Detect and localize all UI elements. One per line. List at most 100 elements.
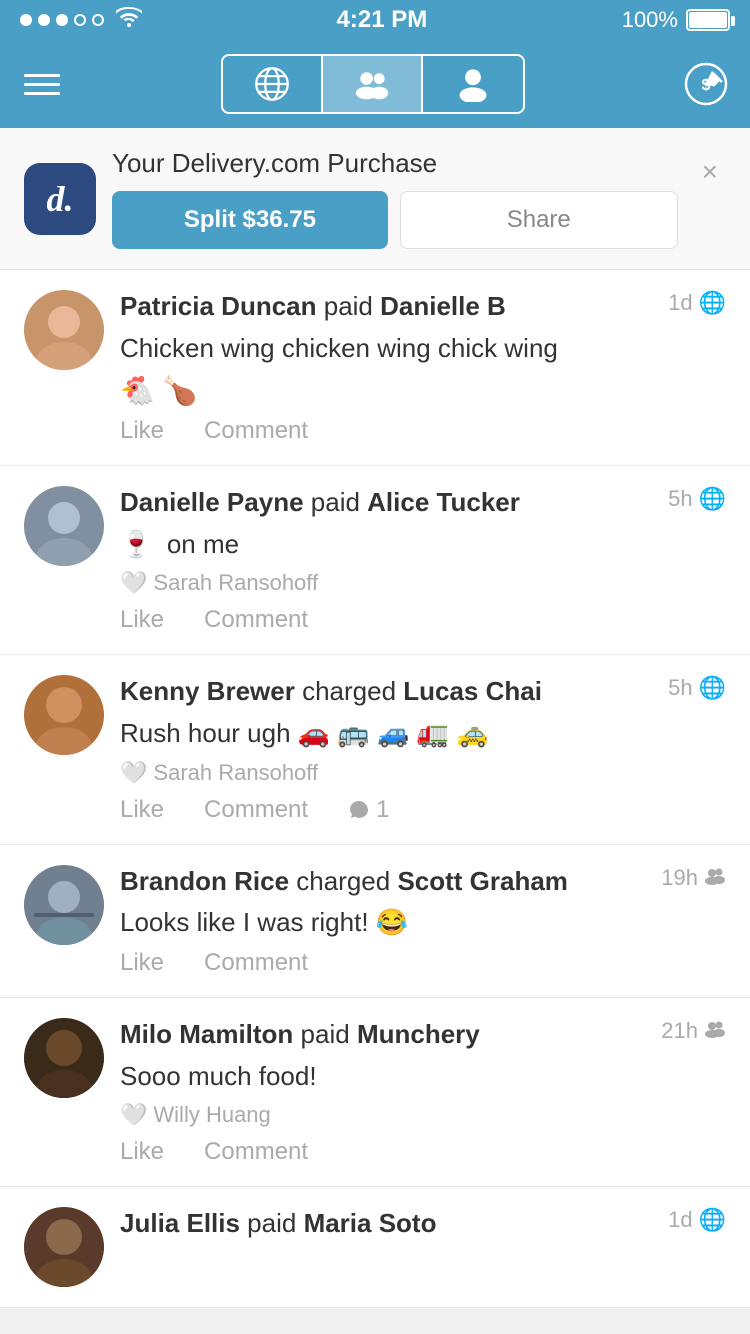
feed-item: Danielle Payne paid Alice Tucker 5h 🌐 🍷 … (0, 466, 750, 655)
feed-header: Danielle Payne paid Alice Tucker 5h 🌐 (120, 486, 726, 520)
nav-bar: $ (0, 40, 750, 128)
promo-content: Your Delivery.com Purchase Split $36.75 … (112, 148, 678, 249)
feed: Patricia Duncan paid Danielle B 1d 🌐 Chi… (0, 270, 750, 1308)
feed-item: Kenny Brewer charged Lucas Chai 5h 🌐 Rus… (0, 655, 750, 844)
feed-recipient: Lucas Chai (403, 676, 542, 706)
feed-title: Julia Ellis paid Maria Soto (120, 1207, 660, 1241)
battery-percent: 100% (622, 7, 678, 33)
feed-like-row: 🤍 Sarah Ransohoff (120, 570, 726, 596)
feed-time: 1d (668, 1207, 692, 1233)
promo-title: Your Delivery.com Purchase (112, 148, 678, 179)
feed-time: 5h (668, 486, 692, 512)
feed-actions: Like Comment (120, 606, 726, 634)
like-button[interactable]: Like (120, 606, 164, 634)
feed-time: 5h (668, 675, 692, 701)
feed-content: Milo Mamilton paid Munchery 21h Sooo muc… (120, 1018, 726, 1166)
battery-icon (686, 9, 730, 31)
tab-friends[interactable] (323, 56, 423, 112)
tab-global[interactable] (223, 56, 323, 112)
comment-count: 1 (348, 796, 389, 824)
avatar (24, 1207, 104, 1287)
feed-actor: Julia Ellis (120, 1208, 240, 1238)
close-button[interactable]: × (694, 148, 726, 196)
feed-recipient: Scott Graham (397, 866, 568, 896)
like-button[interactable]: Like (120, 417, 164, 445)
feed-actor: Patricia Duncan (120, 291, 317, 321)
signal-dot-1 (20, 14, 32, 26)
globe-icon: 🌐 (699, 290, 726, 316)
comment-button[interactable]: Comment (204, 417, 308, 445)
promo-logo: d. (24, 163, 96, 235)
feed-time: 1d (668, 290, 692, 316)
feed-title: Brandon Rice charged Scott Graham (120, 865, 653, 899)
feed-emoji: 🐔 🍗 (120, 374, 726, 407)
feed-content: Julia Ellis paid Maria Soto 1d 🌐 (120, 1207, 726, 1287)
share-button[interactable]: Share (400, 191, 678, 249)
like-button[interactable]: Like (120, 1138, 164, 1166)
feed-item: Julia Ellis paid Maria Soto 1d 🌐 (0, 1187, 750, 1308)
feed-header: Julia Ellis paid Maria Soto 1d 🌐 (120, 1207, 726, 1241)
feed-meta: 5h 🌐 (668, 675, 726, 701)
compose-button[interactable]: $ (678, 56, 734, 112)
feed-recipient: Maria Soto (304, 1208, 437, 1238)
feed-like-row: 🤍 Sarah Ransohoff (120, 760, 726, 786)
promo-logo-text: d. (47, 178, 74, 220)
like-button[interactable]: Like (120, 796, 164, 824)
like-button[interactable]: Like (120, 949, 164, 977)
avatar (24, 865, 104, 945)
feed-meta: 21h (661, 1018, 726, 1044)
nav-tabs (221, 54, 525, 114)
heart-icon: 🤍 (120, 760, 147, 786)
feed-meta: 1d 🌐 (668, 290, 726, 316)
feed-text: Sooo much food! (120, 1058, 726, 1094)
heart-icon: 🤍 (120, 1102, 147, 1128)
feed-meta: 1d 🌐 (668, 1207, 726, 1233)
signal-dot-3 (56, 14, 68, 26)
feed-header: Milo Mamilton paid Munchery 21h (120, 1018, 726, 1052)
liked-by: Sarah Ransohoff (153, 760, 318, 786)
feed-item: Milo Mamilton paid Munchery 21h Sooo muc… (0, 998, 750, 1187)
signal-indicators (20, 7, 142, 33)
feed-header: Brandon Rice charged Scott Graham 19h (120, 865, 726, 899)
tab-me[interactable] (423, 56, 523, 112)
feed-like-row: 🤍 Willy Huang (120, 1102, 726, 1128)
status-time: 4:21 PM (337, 6, 428, 34)
comment-button[interactable]: Comment (204, 1138, 308, 1166)
avatar (24, 1018, 104, 1098)
signal-dot-5 (92, 14, 104, 26)
feed-title: Milo Mamilton paid Munchery (120, 1018, 653, 1052)
liked-by: Willy Huang (153, 1102, 270, 1128)
feed-title: Danielle Payne paid Alice Tucker (120, 486, 660, 520)
feed-text: Looks like I was right! 😂 (120, 904, 726, 940)
feed-time: 19h (661, 865, 698, 891)
status-bar: 4:21 PM 100% (0, 0, 750, 40)
feed-actions: Like Comment (120, 949, 726, 977)
promo-banner: d. Your Delivery.com Purchase Split $36.… (0, 128, 750, 270)
feed-meta: 19h (661, 865, 726, 891)
feed-content: Brandon Rice charged Scott Graham 19h Lo… (120, 865, 726, 977)
split-button[interactable]: Split $36.75 (112, 191, 388, 249)
feed-content: Danielle Payne paid Alice Tucker 5h 🌐 🍷 … (120, 486, 726, 634)
wifi-icon (116, 7, 142, 33)
feed-actor: Kenny Brewer (120, 676, 295, 706)
comment-button[interactable]: Comment (204, 796, 308, 824)
feed-actor: Danielle Payne (120, 487, 304, 517)
friends-icon (704, 1018, 726, 1044)
feed-content: Kenny Brewer charged Lucas Chai 5h 🌐 Rus… (120, 675, 726, 823)
comment-button[interactable]: Comment (204, 606, 308, 634)
feed-text: Rush hour ugh 🚗 🚌 🚙 🚛 🚕 (120, 715, 726, 751)
globe-icon: 🌐 (699, 486, 726, 512)
signal-dot-2 (38, 14, 50, 26)
battery-area: 100% (622, 7, 730, 33)
menu-button[interactable] (16, 66, 68, 103)
feed-actor: Brandon Rice (120, 866, 289, 896)
feed-recipient: Danielle B (380, 291, 506, 321)
comment-button[interactable]: Comment (204, 949, 308, 977)
avatar (24, 486, 104, 566)
promo-buttons: Split $36.75 Share (112, 191, 678, 249)
feed-actions: Like Comment (120, 1138, 726, 1166)
friends-icon (704, 865, 726, 891)
feed-text: 🍷 on me (120, 526, 726, 562)
avatar (24, 675, 104, 755)
feed-header: Kenny Brewer charged Lucas Chai 5h 🌐 (120, 675, 726, 709)
